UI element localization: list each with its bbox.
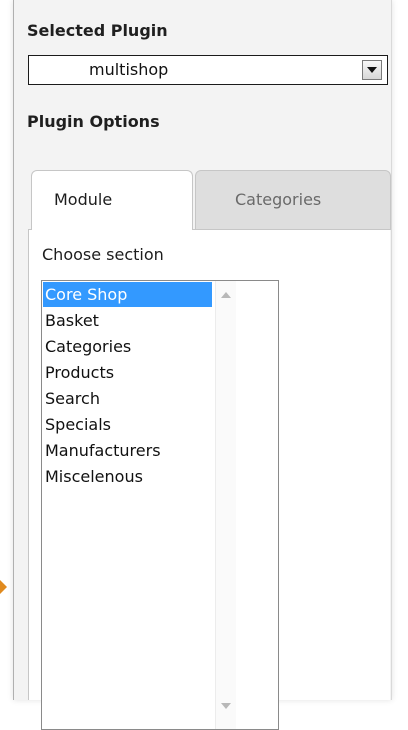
tab-categories[interactable]: Categories [195, 170, 391, 230]
tab-content-module: Choose section Core Shop Basket Categori… [28, 229, 390, 730]
triangle-right-icon[interactable] [0, 580, 7, 594]
list-scrollbar[interactable] [215, 281, 236, 729]
choose-section-label: Choose section [42, 245, 164, 264]
list-item-products[interactable]: Products [43, 360, 114, 385]
tab-module[interactable]: Module [31, 170, 193, 230]
section-listbox[interactable]: Core Shop Basket Categories Products Sea… [41, 280, 279, 730]
list-item-manufacturers[interactable]: Manufacturers [43, 438, 161, 463]
list-item-core-shop[interactable]: Core Shop [43, 282, 212, 307]
plugin-options-heading: Plugin Options [27, 112, 160, 131]
triangle-down-icon[interactable] [221, 703, 231, 709]
dropdown-button[interactable] [362, 60, 382, 80]
list-item-specials[interactable]: Specials [43, 412, 111, 437]
plugin-panel: Selected Plugin multishop Plugin Options… [13, 0, 392, 730]
triangle-up-icon[interactable] [221, 292, 231, 298]
list-item-basket[interactable]: Basket [43, 308, 99, 333]
list-item-categories[interactable]: Categories [43, 334, 131, 359]
plugin-select-value: multishop [89, 60, 169, 79]
list-item-search[interactable]: Search [43, 386, 100, 411]
chevron-down-icon [367, 67, 377, 73]
plugin-select[interactable]: multishop [28, 55, 388, 85]
selected-plugin-heading: Selected Plugin [27, 21, 168, 40]
list-item-miscelenous[interactable]: Miscelenous [43, 464, 143, 489]
